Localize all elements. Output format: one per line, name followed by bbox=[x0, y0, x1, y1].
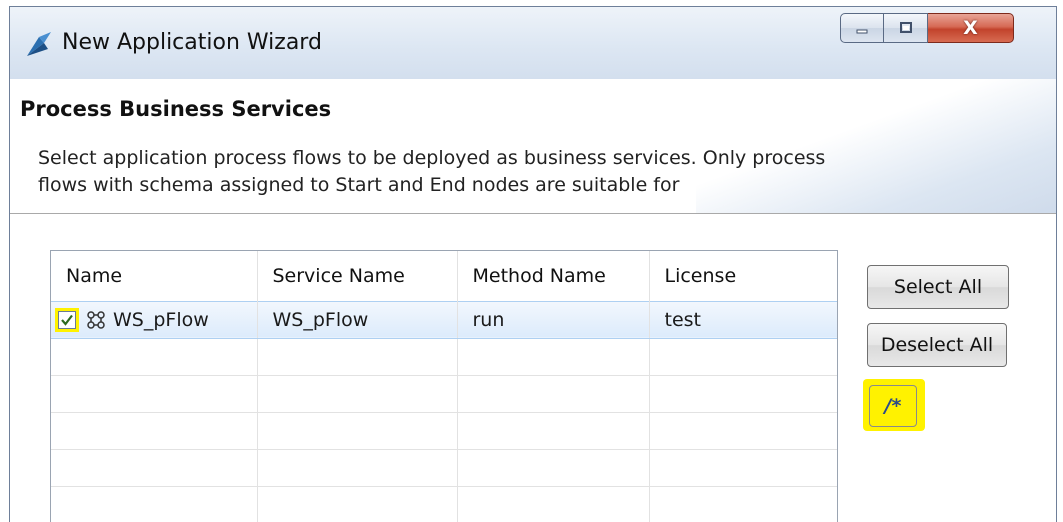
maximize-button[interactable] bbox=[884, 13, 928, 43]
page-title: Process Business Services bbox=[20, 97, 332, 121]
maximize-icon bbox=[899, 22, 912, 33]
table-header-row: Name Service Name Method Name License bbox=[51, 251, 837, 301]
checkbox-highlight bbox=[55, 307, 79, 332]
table-row-empty bbox=[51, 375, 837, 413]
services-table[interactable]: Name Service Name Method Name License WS… bbox=[50, 250, 838, 522]
table-row[interactable]: WS_pFlow WS_pFlow run test bbox=[51, 300, 837, 339]
window-controls: X bbox=[840, 13, 1014, 45]
cell-service-name[interactable]: WS_pFlow bbox=[257, 300, 458, 339]
minimize-icon bbox=[856, 29, 868, 34]
table-row-empty bbox=[51, 486, 837, 522]
table-row-empty bbox=[51, 412, 837, 450]
wizard-content: Name Service Name Method Name License WS… bbox=[10, 214, 1056, 522]
deselect-all-button[interactable]: Deselect All bbox=[867, 323, 1007, 367]
app-icon bbox=[27, 32, 51, 56]
process-flow-icon bbox=[87, 310, 105, 329]
wizard-header: Process Business Services Select applica… bbox=[10, 79, 1056, 214]
column-header-service-name[interactable]: Service Name bbox=[257, 251, 458, 301]
cell-name[interactable]: WS_pFlow bbox=[51, 300, 258, 339]
close-button[interactable]: X bbox=[928, 13, 1014, 43]
column-header-method-name[interactable]: Method Name bbox=[457, 251, 650, 301]
cell-license[interactable]: test bbox=[649, 300, 837, 339]
row-checkbox[interactable] bbox=[58, 310, 76, 329]
close-icon: X bbox=[963, 17, 978, 39]
wizard-window: New Application Wizard X Process Busines… bbox=[9, 6, 1057, 522]
title-bar[interactable]: New Application Wizard X bbox=[10, 7, 1056, 79]
column-header-name[interactable]: Name bbox=[51, 251, 258, 301]
table-row-empty bbox=[51, 338, 837, 376]
page-description: Select application process flows to be d… bbox=[38, 147, 826, 196]
minimize-button[interactable] bbox=[840, 13, 884, 43]
cell-method-name[interactable]: run bbox=[457, 300, 650, 339]
table-row-empty bbox=[51, 449, 837, 487]
select-all-button[interactable]: Select All bbox=[867, 265, 1009, 309]
checkmark-icon bbox=[61, 314, 73, 326]
window-title: New Application Wizard bbox=[62, 30, 322, 55]
code-view-button[interactable]: /* bbox=[869, 385, 917, 427]
column-header-license[interactable]: License bbox=[649, 251, 837, 301]
row-name: WS_pFlow bbox=[113, 308, 209, 331]
